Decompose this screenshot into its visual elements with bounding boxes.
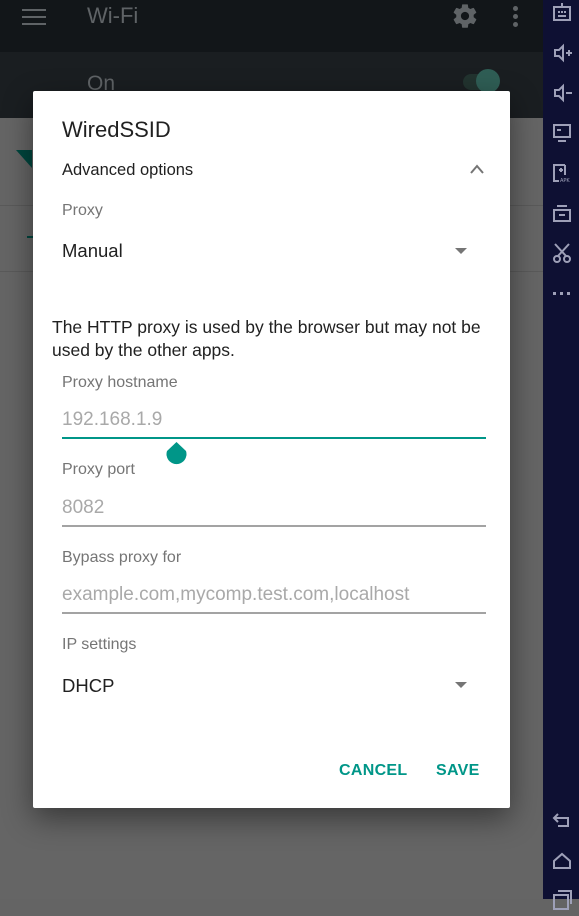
- volume-down-icon[interactable]: [551, 82, 573, 104]
- wifi-signal-icon: [16, 150, 32, 168]
- gear-icon[interactable]: [451, 2, 479, 30]
- keyboard-icon[interactable]: [551, 2, 573, 24]
- proxy-warning-note: The HTTP proxy is used by the browser bu…: [52, 317, 481, 360]
- text-cursor-handle[interactable]: [164, 442, 189, 467]
- proxy-port-label: Proxy port: [62, 461, 135, 478]
- proxy-label: Proxy: [62, 202, 103, 219]
- print-icon[interactable]: [551, 202, 573, 224]
- app-title: Wi-Fi: [87, 3, 139, 28]
- app-bar: Wi-Fi: [0, 0, 543, 52]
- bypass-proxy-label: Bypass proxy for: [62, 549, 182, 566]
- home-icon[interactable]: [551, 850, 573, 872]
- chevron-up-icon[interactable]: [469, 162, 485, 174]
- proxy-spinner-value[interactable]: Manual: [62, 240, 123, 262]
- install-apk-icon[interactable]: APK: [551, 162, 573, 184]
- dialog-title: WiredSSID: [62, 117, 171, 142]
- overflow-menu-icon[interactable]: [510, 6, 520, 30]
- volume-up-icon[interactable]: [551, 42, 573, 64]
- screen-icon[interactable]: [551, 122, 573, 144]
- back-icon[interactable]: [551, 809, 573, 831]
- ip-settings-label: IP settings: [62, 636, 137, 653]
- bypass-proxy-input[interactable]: [62, 578, 486, 614]
- emulator-toolbar: APK: [543, 0, 579, 910]
- wifi-toggle-thumb[interactable]: [476, 69, 500, 93]
- dropdown-arrow-icon[interactable]: [455, 248, 467, 254]
- advanced-options-toggle[interactable]: Advanced options: [62, 161, 193, 180]
- recents-icon[interactable]: [551, 889, 573, 911]
- ip-settings-spinner-value[interactable]: DHCP: [62, 675, 114, 697]
- android-screen: Wi-Fi On WiredSSID Advanced options Prox…: [0, 0, 543, 899]
- proxy-port-input[interactable]: [62, 491, 486, 527]
- cancel-button[interactable]: CANCEL: [339, 762, 407, 780]
- menu-icon[interactable]: [22, 9, 46, 27]
- dropdown-arrow-icon[interactable]: [455, 682, 467, 688]
- proxy-hostname-label: Proxy hostname: [62, 374, 178, 391]
- cut-icon[interactable]: [551, 242, 573, 264]
- proxy-hostname-input[interactable]: [62, 403, 486, 439]
- svg-text:APK: APK: [560, 178, 570, 184]
- save-button[interactable]: SAVE: [436, 762, 480, 780]
- wifi-config-dialog: WiredSSID Advanced options Proxy Manual …: [33, 91, 510, 808]
- more-icon[interactable]: [551, 282, 573, 304]
